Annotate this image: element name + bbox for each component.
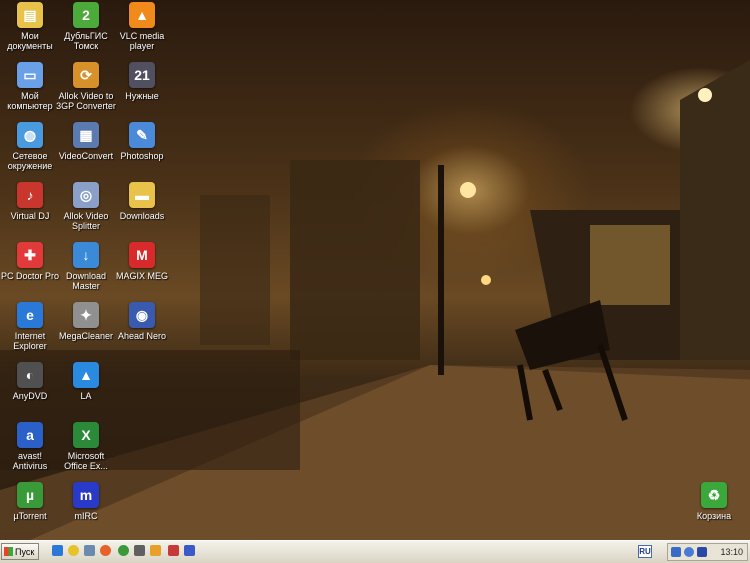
desktop-icon-label: µTorrent [13, 511, 47, 521]
desktop-icon-recycle-bin[interactable]: ♻ Корзина [684, 482, 744, 521]
desktop-icon-label: Allok Video Splitter [63, 211, 109, 231]
pc-doctor-icon: ✚ [17, 242, 43, 268]
virtual-dj-icon: ♪ [17, 182, 43, 208]
desktop-icon-utorrent[interactable]: µ µTorrent [0, 482, 60, 521]
safe-remove-tray-icon[interactable] [697, 547, 707, 557]
language-indicator[interactable]: RU [638, 545, 652, 558]
system-tray: 13:10 [667, 543, 748, 561]
vlc-icon: ▲ [129, 2, 155, 28]
desktop-icon-excel[interactable]: X Microsoft Office Ex... [56, 422, 116, 471]
desktop-icon-label: avast! Antivirus [12, 451, 48, 471]
desktop-icon-label: PC Doctor Pro [0, 271, 60, 281]
desktop-icon-downloads[interactable]: ▬ Downloads [112, 182, 172, 221]
volume-tray-icon[interactable] [684, 547, 694, 557]
desktop-icon-videoconvert[interactable]: ▦ VideoConvert [56, 122, 116, 161]
desktop-icon-internet-explorer[interactable]: e Internet Explorer [0, 302, 60, 351]
avast-icon: a [17, 422, 43, 448]
recycle-bin-icon: ♻ [701, 482, 727, 508]
my-documents-icon: ▤ [17, 2, 43, 28]
la-icon: ▲ [73, 362, 99, 388]
folder-icon: ▬ [129, 182, 155, 208]
nero-icon: ◉ [129, 302, 155, 328]
allok-splitter-icon: ◎ [73, 182, 99, 208]
desktop-icon-anydvd[interactable]: ◐ AnyDVD [0, 362, 60, 401]
dublgis-icon: 2 [73, 2, 99, 28]
desktop-icon-avast[interactable]: a avast! Antivirus [0, 422, 60, 471]
desktop-icon-network-places[interactable]: ◍ Сетевое окружение [0, 122, 60, 171]
desktop-icon-label: Downloads [119, 211, 165, 221]
videoconvert-icon: ▦ [73, 122, 99, 148]
desktop-icon-mirc[interactable]: m mIRC [56, 482, 116, 521]
desktop-icon-label: Мой компьютер [7, 91, 53, 111]
tool-quicklaunch-icon[interactable] [168, 545, 179, 556]
desktop-icon-label: Download Master [65, 271, 107, 291]
calendar-icon: 21 [129, 62, 155, 88]
desktop-icon-label: LA [80, 391, 92, 401]
start-button[interactable]: Пуск [1, 543, 39, 560]
torrent-quicklaunch-icon[interactable] [118, 545, 129, 556]
allok-converter-icon: ⟳ [73, 62, 99, 88]
desktop-icon-label: Microsoft Office Ex... [64, 451, 108, 471]
desktop-icon-label: Allok Video to 3GP Converter [56, 91, 116, 111]
desktop-icon-virtual-dj[interactable]: ♪ Virtual DJ [0, 182, 60, 221]
anydvd-icon: ◐ [17, 362, 43, 388]
settings-quicklaunch-icon[interactable] [84, 545, 95, 556]
desktop-icon-vlc[interactable]: ▲ VLC media player [112, 2, 172, 51]
desktop-icon-label: Virtual DJ [10, 211, 50, 221]
ie-quicklaunch-icon[interactable] [52, 545, 63, 556]
excel-icon: X [73, 422, 99, 448]
desktop-icon-label: Мои документы [7, 31, 53, 51]
desktop-icon-label: Ahead Nero [117, 331, 167, 341]
desktop-icon-label: Сетевое окружение [7, 151, 53, 171]
desktop-icon-label: MAGIX MEG [115, 271, 168, 281]
desktop-icon-nero[interactable]: ◉ Ahead Nero [112, 302, 172, 341]
photoshop-icon: ✎ [129, 122, 155, 148]
network-places-icon: ◍ [17, 122, 43, 148]
chrome-quicklaunch-icon[interactable] [68, 545, 79, 556]
windows-flag-icon [4, 547, 13, 556]
firefox-quicklaunch-icon[interactable] [100, 545, 111, 556]
desktop-icon-my-documents[interactable]: ▤ Мои документы [0, 2, 60, 51]
start-button-label: Пуск [15, 546, 35, 557]
desktop[interactable]: ▤ Мои документы ▭ Мой компьютер ◍ Сетево… [0, 0, 750, 540]
app-quicklaunch-icon[interactable] [134, 545, 145, 556]
desktop-icon-pc-doctor[interactable]: ✚ PC Doctor Pro [0, 242, 60, 281]
desktop-icon-allok-converter[interactable]: ⟳ Allok Video to 3GP Converter [56, 62, 116, 111]
mirc-icon: m [73, 482, 99, 508]
magix-icon: M [129, 242, 155, 268]
desktop-icon-label: Photoshop [120, 151, 164, 161]
my-computer-icon: ▭ [17, 62, 43, 88]
winamp-quicklaunch-icon[interactable] [150, 545, 161, 556]
desktop-icon-label: Нужные [125, 91, 159, 101]
desktop-icon-label: Internet Explorer [13, 331, 47, 351]
desktop-icon-label: mIRC [74, 511, 98, 521]
desktop-icon-allok-splitter[interactable]: ◎ Allok Video Splitter [56, 182, 116, 231]
desktop-icon-nuzhnye[interactable]: 21 Нужные [112, 62, 172, 101]
desktop-icon-label: VideoConvert [58, 151, 114, 161]
desktop-icon-my-computer[interactable]: ▭ Мой компьютер [0, 62, 60, 111]
desktop-icon-download-master[interactable]: ↓ Download Master [56, 242, 116, 291]
internet-explorer-icon: e [17, 302, 43, 328]
megacleaner-icon: ✦ [73, 302, 99, 328]
utorrent-icon: µ [17, 482, 43, 508]
taskbar: Пуск RU 13:10 [0, 540, 750, 563]
desktop-icon-label: ДубльГИС Томск [64, 31, 108, 51]
desktop-icon-megacleaner[interactable]: ✦ MegaCleaner [56, 302, 116, 341]
desktop-icon-label: MegaCleaner [58, 331, 114, 341]
desktop-icon-magix[interactable]: M MAGIX MEG [112, 242, 172, 281]
desktop-icon-photoshop[interactable]: ✎ Photoshop [112, 122, 172, 161]
desktop-icon-dublgis[interactable]: 2 ДубльГИС Томск [56, 2, 116, 51]
desktop-icon-label: Корзина [696, 511, 732, 521]
download-master-icon: ↓ [73, 242, 99, 268]
desktop-icon-la[interactable]: ▲ LA [56, 362, 116, 401]
network-tray-icon[interactable] [671, 547, 681, 557]
save-quicklaunch-icon[interactable] [184, 545, 195, 556]
clock[interactable]: 13:10 [720, 547, 743, 557]
desktop-icon-label: AnyDVD [12, 391, 48, 401]
desktop-icon-label: VLC media player [119, 31, 165, 51]
